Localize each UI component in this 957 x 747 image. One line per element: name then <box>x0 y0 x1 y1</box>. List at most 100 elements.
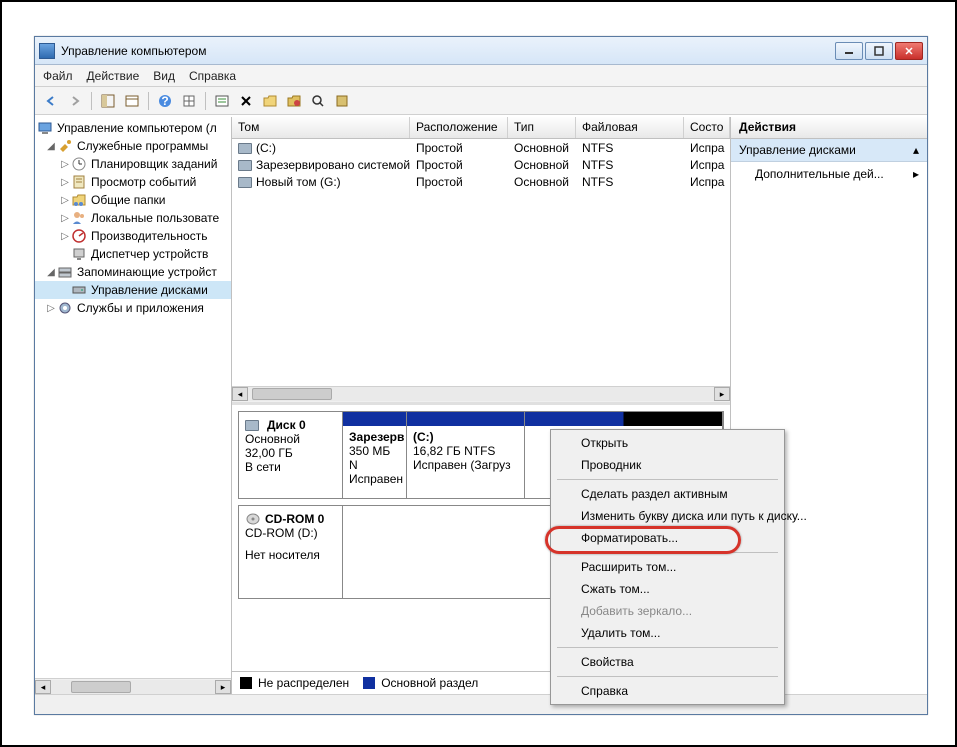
scroll-left-button[interactable]: ◂ <box>35 680 51 694</box>
scroll-thumb[interactable] <box>71 681 131 693</box>
partition-c[interactable]: (C:) 16,82 ГБ NTFS Исправен (Загруз <box>407 412 525 498</box>
volume-row[interactable]: Зарезервировано системой Простой Основно… <box>232 156 730 173</box>
services-icon <box>57 300 73 316</box>
scroll-thumb[interactable] <box>252 388 332 400</box>
cdrom-info-block[interactable]: CD-ROM 0 CD-ROM (D:) Нет носителя <box>239 506 343 598</box>
expand-icon[interactable]: ▷ <box>59 231 71 242</box>
volume-list-body[interactable]: (C:) Простой Основной NTFS Испра Зарезер… <box>232 139 730 386</box>
legend-primary-color <box>363 677 375 689</box>
volume-list: Том Расположение Тип Файловая система Со… <box>232 117 730 405</box>
disk-mgmt-icon <box>71 282 87 298</box>
tree-storage[interactable]: Запоминающие устройст <box>77 265 217 279</box>
svg-text:?: ? <box>161 94 168 108</box>
tree-scrollbar[interactable]: ◂ ▸ <box>35 678 231 694</box>
menu-action[interactable]: Действие <box>87 69 140 83</box>
drive-icon <box>238 160 252 171</box>
tree-diskmgmt[interactable]: Управление дисками <box>91 283 208 297</box>
ctx-properties[interactable]: Свойства <box>553 651 782 673</box>
tree-root[interactable]: Управление компьютером (л <box>57 121 217 135</box>
expand-icon[interactable]: ▷ <box>45 303 57 314</box>
menu-view[interactable]: Вид <box>153 69 175 83</box>
context-menu: Открыть Проводник Сделать раздел активны… <box>550 429 785 705</box>
tree-scheduler[interactable]: Планировщик заданий <box>91 157 217 171</box>
disk-icon <box>245 420 259 431</box>
chevron-right-icon: ▸ <box>913 167 919 181</box>
menu-file[interactable]: Файл <box>43 69 73 83</box>
computer-icon <box>37 120 53 136</box>
collapse-icon[interactable]: ◢ <box>45 141 57 152</box>
tree-devmgr[interactable]: Диспетчер устройств <box>91 247 208 261</box>
scroll-left-button[interactable]: ◂ <box>232 387 248 401</box>
partition-reserved[interactable]: Зарезерв 350 МБ N Исправен <box>343 412 407 498</box>
volume-list-scrollbar[interactable]: ◂ ▸ <box>232 386 730 402</box>
tree[interactable]: Управление компьютером (л ◢ Служебные про… <box>35 117 231 656</box>
ctx-explorer[interactable]: Проводник <box>553 454 782 476</box>
column-volume[interactable]: Том <box>232 117 410 138</box>
users-icon <box>71 210 87 226</box>
scroll-right-button[interactable]: ▸ <box>714 387 730 401</box>
app-icon <box>39 43 55 59</box>
help-button[interactable]: ? <box>155 91 175 111</box>
properties-button[interactable] <box>122 91 142 111</box>
column-filesystem[interactable]: Файловая система <box>576 117 684 138</box>
open-folder-button[interactable] <box>260 91 280 111</box>
list-view-button[interactable] <box>212 91 232 111</box>
back-button[interactable] <box>41 91 61 111</box>
ctx-open[interactable]: Открыть <box>553 432 782 454</box>
search-button[interactable] <box>308 91 328 111</box>
settings-button[interactable] <box>284 91 304 111</box>
tree-shared[interactable]: Общие папки <box>91 193 165 207</box>
window: Управление компьютером Файл Действие Вид… <box>34 36 928 715</box>
expand-icon[interactable]: ▷ <box>59 177 71 188</box>
volume-row[interactable]: Новый том (G:) Простой Основной NTFS Исп… <box>232 173 730 190</box>
expand-icon[interactable]: ▷ <box>59 159 71 170</box>
expand-icon[interactable]: ▷ <box>59 213 71 224</box>
column-status[interactable]: Состо <box>684 117 730 138</box>
delete-button[interactable] <box>236 91 256 111</box>
menubar: Файл Действие Вид Справка <box>35 65 927 87</box>
tree-perf[interactable]: Производительность <box>91 229 207 243</box>
partition-header <box>407 412 524 426</box>
close-button[interactable] <box>895 42 923 60</box>
collapse-icon[interactable]: ▴ <box>913 143 919 157</box>
maximize-button[interactable] <box>865 42 893 60</box>
drive-icon <box>238 177 252 188</box>
window-title: Управление компьютером <box>61 44 835 58</box>
ctx-delete[interactable]: Удалить том... <box>553 622 782 644</box>
titlebar[interactable]: Управление компьютером <box>35 37 927 65</box>
ctx-make-active[interactable]: Сделать раздел активным <box>553 483 782 505</box>
column-layout[interactable]: Расположение <box>410 117 508 138</box>
ctx-help[interactable]: Справка <box>553 680 782 702</box>
actions-title: Действия <box>731 117 927 139</box>
tree-eventvwr[interactable]: Просмотр событий <box>91 175 196 189</box>
show-hide-tree-button[interactable] <box>98 91 118 111</box>
scroll-right-button[interactable]: ▸ <box>215 680 231 694</box>
refresh-button[interactable] <box>179 91 199 111</box>
partition-header <box>525 412 722 426</box>
ctx-change-letter[interactable]: Изменить букву диска или путь к диску... <box>553 505 782 527</box>
ctx-shrink[interactable]: Сжать том... <box>553 578 782 600</box>
tree-pane: Управление компьютером (л ◢ Служебные про… <box>35 117 232 694</box>
ctx-format[interactable]: Форматировать... <box>553 527 782 549</box>
eventlog-icon <box>71 174 87 190</box>
performance-icon <box>71 228 87 244</box>
tree-users[interactable]: Локальные пользовате <box>91 211 219 225</box>
forward-button[interactable] <box>65 91 85 111</box>
tree-systools[interactable]: Служебные программы <box>77 139 208 153</box>
legend-unallocated: Не распределен <box>258 676 349 690</box>
minimize-button[interactable] <box>835 42 863 60</box>
misc-button[interactable] <box>332 91 352 111</box>
shared-folder-icon <box>71 192 87 208</box>
tree-services[interactable]: Службы и приложения <box>77 301 204 315</box>
legend-unallocated-color <box>240 677 252 689</box>
actions-more[interactable]: Дополнительные дей... ▸ <box>731 162 927 186</box>
ctx-extend[interactable]: Расширить том... <box>553 556 782 578</box>
actions-group[interactable]: Управление дисками ▴ <box>731 139 927 162</box>
expand-icon[interactable]: ▷ <box>59 195 71 206</box>
collapse-icon[interactable]: ◢ <box>45 267 57 278</box>
disk-info-block[interactable]: Диск 0 Основной 32,00 ГБ В сети <box>239 412 343 498</box>
menu-help[interactable]: Справка <box>189 69 236 83</box>
volume-row[interactable]: (C:) Простой Основной NTFS Испра <box>232 139 730 156</box>
toolbar: ? <box>35 87 927 115</box>
column-type[interactable]: Тип <box>508 117 576 138</box>
